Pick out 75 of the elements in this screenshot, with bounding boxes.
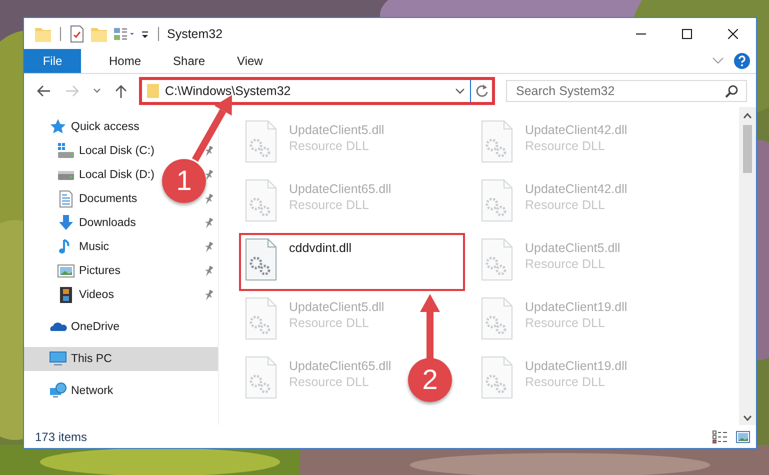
sidebar-item[interactable]: Pictures (24, 259, 123, 283)
view-icon[interactable] (113, 26, 135, 42)
sidebar-item[interactable]: Music (24, 235, 112, 259)
sidebar-item[interactable]: Local Disk (C:) (24, 139, 156, 163)
chevron-down-icon[interactable] (455, 88, 465, 94)
pin-icon[interactable] (204, 145, 214, 157)
sidebar-item[interactable]: Network (24, 379, 116, 403)
sidebar-item[interactable]: Videos (24, 283, 116, 307)
sidebar-item[interactable]: OneDrive (24, 315, 122, 339)
file-tile[interactable]: cddvdint.dll (239, 233, 465, 291)
sidebar-item[interactable]: Downloads (24, 211, 138, 235)
up-icon[interactable] (115, 84, 127, 98)
file-name: UpdateClient42.dll (525, 182, 628, 196)
ribbon-tab[interactable]: View (221, 49, 279, 73)
file-type: Resource DLL (525, 139, 606, 153)
scroll-up-icon[interactable] (743, 113, 752, 119)
document-icon (57, 190, 75, 208)
scrollbar-thumb[interactable] (743, 125, 752, 173)
film-icon (57, 286, 75, 304)
file-type: Resource DLL (525, 316, 606, 330)
sidebar-item[interactable]: Quick access (24, 115, 142, 139)
star-icon (49, 118, 67, 136)
ribbon-tab[interactable]: Share (157, 49, 222, 73)
picture-icon (57, 262, 75, 280)
sidebar-item[interactable]: Local Disk (D:) (24, 163, 156, 187)
file-type: Resource DLL (289, 139, 370, 153)
file-name: UpdateClient5.dll (525, 241, 620, 255)
address-bar[interactable]: C:\Windows\System32 (139, 76, 495, 104)
pin-icon[interactable] (204, 289, 214, 301)
file-type: Resource DLL (289, 375, 370, 389)
details-view-icon[interactable] (712, 430, 728, 444)
pin-icon[interactable] (204, 169, 214, 181)
sidebar-item[interactable]: This PC (24, 347, 218, 371)
window-title: System32 (167, 26, 223, 40)
pin-icon[interactable] (204, 217, 214, 229)
file-type: Resource DLL (525, 198, 606, 212)
back-icon[interactable] (37, 84, 51, 96)
computer-icon (49, 350, 67, 368)
file-name: cddvdint.dll (289, 241, 352, 255)
file-name: UpdateClient5.dll (289, 123, 384, 137)
file-name: UpdateClient65.dll (289, 359, 392, 373)
sidebar-item[interactable]: Documents (24, 187, 140, 211)
file-type: Resource DLL (525, 257, 606, 271)
close-icon (728, 28, 738, 38)
network-icon (49, 382, 67, 400)
file-name: UpdateClient5.dll (289, 300, 384, 314)
scroll-down-icon[interactable] (743, 415, 752, 421)
file-type: Resource DLL (525, 375, 606, 389)
properties-icon[interactable] (69, 24, 85, 42)
search-icon[interactable] (725, 84, 738, 98)
refresh-icon (476, 84, 488, 97)
recent-locations-icon[interactable] (93, 88, 101, 94)
callout-arrow (420, 294, 440, 360)
address-text: C:\Windows\System32 (165, 84, 291, 98)
file-type: Resource DLL (289, 198, 370, 212)
ribbon-tab[interactable]: Home (93, 49, 158, 73)
pin-icon[interactable] (204, 241, 214, 253)
item-count: 173 items (35, 430, 88, 444)
folder-icon (146, 82, 160, 98)
file-name: UpdateClient65.dll (289, 182, 392, 196)
file-name: UpdateClient19.dll (525, 359, 628, 373)
scrollbar[interactable] (739, 107, 756, 425)
file-name: UpdateClient19.dll (525, 300, 628, 314)
download-icon (57, 214, 75, 232)
pin-icon[interactable] (204, 265, 214, 277)
file-type: Resource DLL (289, 316, 370, 330)
help-icon[interactable] (734, 53, 750, 69)
search-field[interactable]: Search System32 (506, 80, 747, 102)
maximize-icon (682, 28, 692, 38)
file-menu-button[interactable]: File (24, 49, 81, 73)
file-name: UpdateClient42.dll (525, 123, 628, 137)
file-gears-icon[interactable] (245, 238, 277, 281)
drive-icon (57, 142, 75, 160)
pin-icon[interactable] (204, 193, 214, 205)
large-icons-view-icon[interactable] (736, 430, 750, 442)
